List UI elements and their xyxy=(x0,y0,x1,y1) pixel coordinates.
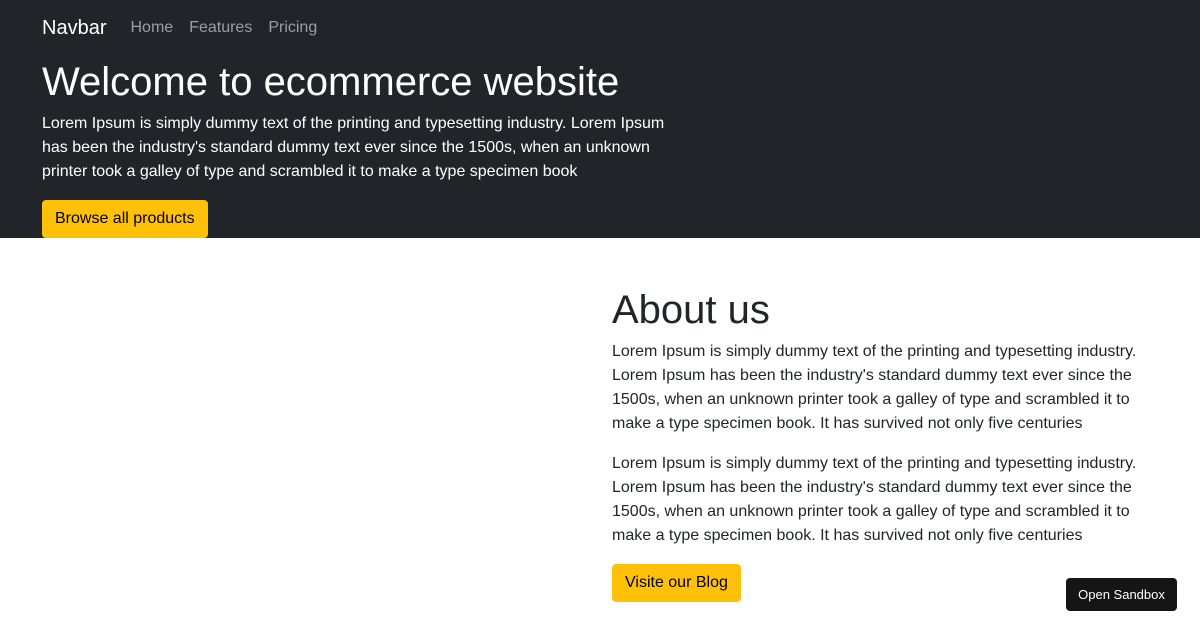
about-section: About us Lorem Ipsum is simply dummy tex… xyxy=(612,286,1172,602)
navbar: Navbar Home Features Pricing xyxy=(42,0,1158,56)
hero-title: Welcome to ecommerce website xyxy=(42,60,620,104)
hero-description: Lorem Ipsum is simply dummy text of the … xyxy=(42,115,665,180)
about-paragraph-1: Lorem Ipsum is simply dummy text of the … xyxy=(612,343,1137,432)
navbar-brand[interactable]: Navbar xyxy=(42,17,106,40)
nav-link-home[interactable]: Home xyxy=(130,19,173,37)
nav-link-features[interactable]: Features xyxy=(189,19,252,37)
hero-section: Navbar Home Features Pricing Welcome to … xyxy=(0,0,1200,238)
open-sandbox-button[interactable]: Open Sandbox xyxy=(1066,578,1177,611)
visit-blog-button[interactable]: Visite our Blog xyxy=(612,564,741,602)
browse-all-products-button[interactable]: Browse all products xyxy=(42,200,208,238)
about-title: About us xyxy=(612,288,770,332)
about-paragraph-2: Lorem Ipsum is simply dummy text of the … xyxy=(612,455,1137,544)
nav-link-pricing[interactable]: Pricing xyxy=(268,19,317,37)
